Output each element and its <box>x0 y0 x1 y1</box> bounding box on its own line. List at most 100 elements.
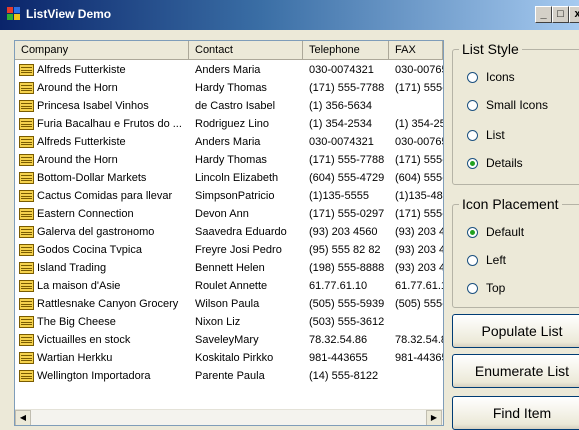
company-cell: Furia Bacalhau e Frutos do ... <box>15 115 189 133</box>
list-item[interactable]: Alfreds Futterkiste Anders Maria 030-00743… <box>15 133 443 151</box>
folder-icon <box>19 262 34 274</box>
list-item[interactable]: Island Trading Bennett Helen (198) 555-888… <box>15 259 443 277</box>
company-cell: La maison d'Asie <box>15 277 189 295</box>
list-item[interactable]: Cactus Comidas para llevar SimpsonPatrici… <box>15 187 443 205</box>
fax-cell: 030-0076545 <box>395 64 443 76</box>
column-header-telephone[interactable]: Telephone <box>303 41 389 60</box>
telephone-cell: (14) 555-8122 <box>309 370 379 382</box>
find-item-button[interactable]: Find Item <box>452 396 579 430</box>
radio-circle-icon <box>467 254 478 266</box>
contact-cell: Anders Maria <box>195 136 261 148</box>
radio-left[interactable]: Left <box>467 251 506 269</box>
list-item[interactable]: Furia Bacalhau e Frutos do ... Rodriguez … <box>15 115 443 133</box>
list-style-group: List Style Icons Small Icons List Detail… <box>452 41 579 185</box>
list-item[interactable]: Around the Horn Hardy Thomas (171) 555-778… <box>15 79 443 97</box>
enumerate-list-button[interactable]: Enumerate List <box>452 354 579 388</box>
company-name: Princesa Isabel Vinhos <box>37 100 149 112</box>
fax-cell: (171) 555-6750 <box>395 154 443 166</box>
company-cell: Island Trading <box>15 259 189 277</box>
telephone-cell: (1) 354-2534 <box>309 118 372 130</box>
fax-cell: (171) 555-6750 <box>395 82 443 94</box>
column-header-contact[interactable]: Contact <box>189 41 303 60</box>
company-name: Eastern Connection <box>37 208 134 220</box>
fax-cell: (505) 555-3620 <box>395 298 443 310</box>
radio-label: Small Icons <box>486 98 549 112</box>
list-item[interactable]: Alfreds Futterkiste Anders Maria 030-00743… <box>15 61 443 79</box>
list-item[interactable]: Rattlesnake Canyon Grocery Wilson Paula (5… <box>15 295 443 313</box>
company-name: Cactus Comidas para llevar <box>37 190 173 202</box>
window-title: ListView Demo <box>26 7 112 21</box>
telephone-cell: (505) 555-5939 <box>309 298 385 310</box>
fax-cell: (1) 354-2535 <box>395 118 443 130</box>
list-item[interactable]: Princesa Isabel Vinhos de Castro Isabel (1… <box>15 97 443 115</box>
folder-icon <box>19 316 34 328</box>
maximize-button[interactable]: □ <box>552 6 569 23</box>
scroll-left-arrow-icon[interactable]: ◀ <box>15 410 31 425</box>
folder-icon <box>19 118 34 130</box>
list-item[interactable]: Victuailles en stock SaveleyMary 78.32.54.… <box>15 331 443 349</box>
folder-icon <box>19 280 34 292</box>
radio-default[interactable]: Default <box>467 223 524 241</box>
scroll-right-arrow-icon[interactable]: ▶ <box>426 410 442 425</box>
company-name: Island Trading <box>37 262 107 274</box>
radio-label: Left <box>486 253 507 267</box>
telephone-cell: (198) 555-8888 <box>309 262 385 274</box>
company-cell: Princesa Isabel Vinhos <box>15 97 189 115</box>
list-item[interactable]: Wellington Importadora Parente Paula (14) … <box>15 367 443 385</box>
company-name: Wellington Importadora <box>37 370 151 382</box>
company-cell: Alfreds Futterkiste <box>15 133 189 151</box>
company-name: Furia Bacalhau e Frutos do ... <box>37 118 182 130</box>
folder-icon <box>19 208 34 220</box>
folder-icon <box>19 82 34 94</box>
company-cell: Bottom-Dollar Markets <box>15 169 189 187</box>
column-header-company[interactable]: Company <box>15 41 189 60</box>
radio-small-icons[interactable]: Small Icons <box>467 96 548 114</box>
icon-placement-group: Icon Placement Default Left Top <box>452 196 579 308</box>
list-item[interactable]: Eastern Connection Devon Ann (171) 555-029… <box>15 205 443 223</box>
scroll-thumb[interactable] <box>33 411 424 425</box>
radio-label: Details <box>486 156 523 170</box>
populate-list-button[interactable]: Populate List <box>452 314 579 348</box>
contact-cell: Hardy Thomas <box>195 154 267 166</box>
list-item[interactable]: Bottom-Dollar Markets Lincoln Elizabeth (6… <box>15 169 443 187</box>
radio-label: List <box>486 128 505 142</box>
contact-cell: SaveleyMary <box>195 334 259 346</box>
company-name: Wartian Herkku <box>37 352 113 364</box>
fax-cell: 981-443655 <box>395 352 443 364</box>
list-item[interactable]: The Big Cheese Nixon Liz (503) 555-3612 <box>15 313 443 331</box>
minimize-button[interactable]: _ <box>535 6 552 23</box>
company-cell: Alfreds Futterkiste <box>15 61 189 79</box>
company-list-view[interactable]: Company Contact Telephone FAX Alfreds Fu… <box>14 40 444 426</box>
list-item[interactable]: Galerva del gastrонomo Saavedra Eduardo (9… <box>15 223 443 241</box>
company-cell: Eastern Connection <box>15 205 189 223</box>
horizontal-scrollbar[interactable]: ◀ ▶ <box>15 409 443 425</box>
contact-cell: Rodriguez Lino <box>195 118 269 130</box>
fax-cell: (171) 555-3373 <box>395 208 443 220</box>
company-cell: Victuailles en stock <box>15 331 189 349</box>
folder-icon <box>19 64 34 76</box>
folder-icon <box>19 154 34 166</box>
list-item[interactable]: Godos Cocina Tvpica Freyre Josi Pedro (95)… <box>15 241 443 259</box>
company-cell: Rattlesnake Canyon Grocery <box>15 295 189 313</box>
radio-details[interactable]: Details <box>467 154 523 172</box>
company-name: Victuailles en stock <box>37 334 131 346</box>
close-button[interactable]: x <box>569 6 579 23</box>
radio-icons[interactable]: Icons <box>467 68 515 86</box>
contact-cell: Wilson Paula <box>195 298 260 310</box>
radio-list[interactable]: List <box>467 126 505 144</box>
telephone-cell: 981-443655 <box>309 352 368 364</box>
folder-icon <box>19 226 34 238</box>
fax-cell: (93) 203 4561 <box>395 244 443 256</box>
telephone-cell: (95) 555 82 82 <box>309 244 381 256</box>
company-name: Galerva del gastrонomo <box>37 226 155 238</box>
list-item[interactable]: Wartian Herkku Koskitalo Pirkko 981-443655… <box>15 349 443 367</box>
column-header-fax[interactable]: FAX <box>389 41 443 60</box>
company-cell: Wellington Importadora <box>15 367 189 385</box>
list-item[interactable]: La maison d'Asie Roulet Annette 61.77.61.1… <box>15 277 443 295</box>
contact-cell: Hardy Thomas <box>195 82 267 94</box>
list-item[interactable]: Around the Horn Hardy Thomas (171) 555-778… <box>15 151 443 169</box>
radio-label: Top <box>486 281 506 295</box>
telephone-cell: (1)135-5555 <box>309 190 369 202</box>
fax-cell <box>389 367 443 385</box>
radio-top[interactable]: Top <box>467 279 505 297</box>
